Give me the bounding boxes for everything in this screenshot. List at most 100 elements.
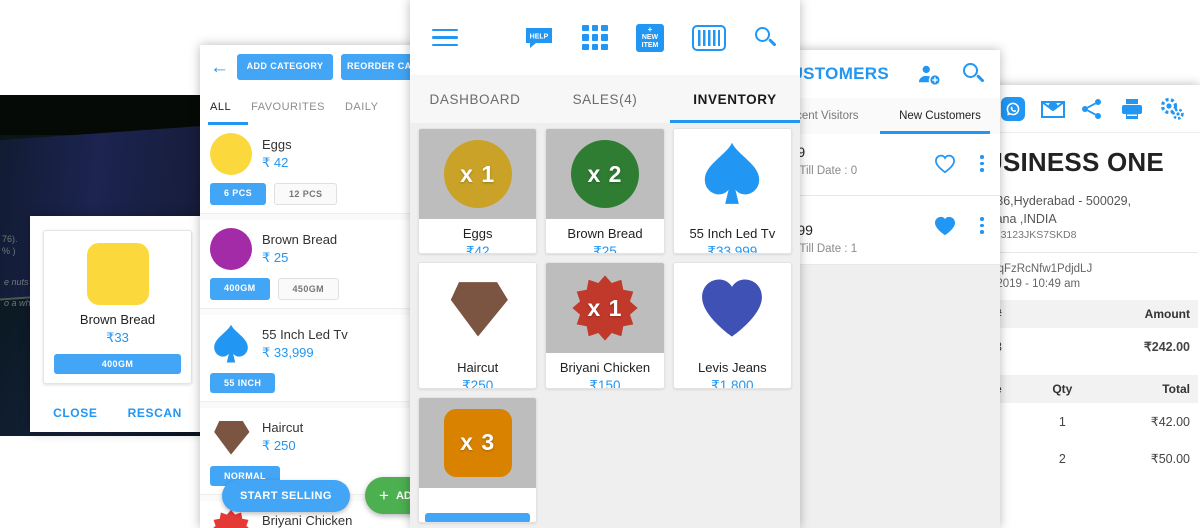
inventory-card-grid[interactable]: x 1 Eggs ₹42 6 PCS x 2 Brown Bread ₹25 4… (410, 123, 800, 528)
inventory-card[interactable]: x 1 Eggs ₹42 6 PCS (418, 128, 538, 255)
product-name: Haircut (457, 360, 499, 376)
hamburger-icon[interactable] (432, 24, 458, 52)
product-shape-icon (210, 133, 252, 175)
product-name: Brown Bread (262, 232, 338, 247)
items-header-qty: Qty (1029, 375, 1096, 404)
favourite-heart-icon[interactable] (934, 154, 956, 174)
items-header-total: Total (1095, 375, 1198, 404)
scan-dialog-actions: CLOSE RESCAN (30, 406, 205, 420)
close-button[interactable]: CLOSE (53, 406, 97, 420)
photo-bottom-strip (0, 436, 200, 528)
email-icon[interactable] (1040, 96, 1066, 122)
more-options-icon[interactable] (980, 152, 984, 175)
list-item[interactable]: Brown Bread ₹ 25 400GM 450GM (200, 220, 425, 309)
card-image: x 1 (419, 129, 537, 219)
card-meta: Briyani Chicken ₹150 (546, 353, 663, 389)
product-name: Eggs (462, 226, 493, 241)
product-shape-icon (698, 140, 766, 208)
print-icon[interactable] (1119, 96, 1145, 122)
variant-row: 6 PCS 12 PCS (200, 183, 425, 213)
help-icon[interactable]: HELP (524, 26, 554, 50)
plus-icon: + (379, 486, 389, 505)
invoice-panel: BUSINESS ONE d no. 36,Hyderabad - 500029… (965, 85, 1200, 528)
customer-orders: ders Till Date : 1 (774, 243, 858, 255)
product-price: ₹ 33,999 (262, 345, 314, 360)
list-item[interactable]: Eggs ₹ 42 6 PCS 12 PCS (200, 125, 425, 214)
product-price: ₹ 25 (262, 250, 289, 265)
product-price: ₹1,800 (711, 378, 754, 389)
product-name: Brown Bread (567, 226, 643, 241)
card-image (673, 263, 791, 354)
variant-chip[interactable]: 400GM (210, 278, 270, 300)
product-shape-icon (444, 274, 512, 342)
rescan-button[interactable]: RESCAN (128, 406, 182, 420)
scanned-product-variant-badge[interactable]: 400GM (54, 354, 181, 374)
tab-all[interactable]: ALL (210, 101, 231, 113)
quantity-overlay: x 1 (460, 160, 496, 187)
variant-row: 400GM 450GM (200, 278, 425, 308)
item-total: ₹50.00 (1150, 452, 1190, 467)
product-price: ₹42 (465, 244, 490, 255)
start-selling-button[interactable]: START SELLING (222, 480, 350, 512)
share-icon[interactable] (1079, 96, 1105, 122)
product-price: ₹ 42 (262, 155, 289, 170)
inventory-card[interactable]: x 1 Briyani Chicken ₹150 REGULAR (545, 262, 665, 389)
add-person-icon[interactable] (918, 63, 940, 85)
variant-chip[interactable]: 6 PCS (210, 183, 267, 205)
summary-header-amount: Amount (1043, 300, 1198, 329)
card-badge-wrap (425, 512, 531, 522)
variant-chip[interactable]: 450GM (277, 278, 340, 300)
scanned-product-name: Brown Bread (79, 312, 156, 327)
list-item[interactable]: 55 Inch Led Tv ₹ 33,999 55 INCH (200, 315, 425, 402)
product-list-items[interactable]: Eggs ₹ 42 6 PCS 12 PCS Brown Bread ₹ 25 4… (200, 125, 425, 528)
tab-inventory[interactable]: INVENTORY (670, 92, 800, 107)
tab-daily[interactable]: DAILY (345, 101, 378, 113)
item-qty: 2 (1058, 451, 1066, 466)
tab-sales[interactable]: SALES(4) (540, 92, 670, 107)
search-icon[interactable] (754, 26, 778, 50)
quantity-overlay: x 1 (587, 294, 623, 321)
scanned-product-card[interactable]: Brown Bread ₹33 400GM (43, 230, 192, 384)
whatsapp-icon[interactable] (1000, 96, 1026, 122)
card-image: x 2 (546, 129, 664, 219)
variant-chip[interactable]: 12 PCS (274, 183, 338, 205)
tab-dashboard[interactable]: DASHBOARD (410, 92, 540, 107)
card-meta: Brown Bread ₹25 (546, 219, 663, 255)
inventory-card[interactable]: Haircut ₹250 NORMAL (418, 262, 538, 389)
tab-new-customers[interactable]: New Customers (880, 110, 1000, 122)
back-arrow-icon[interactable]: ← (210, 58, 229, 77)
product-shape-icon: x 1 (443, 140, 512, 208)
barcode-icon[interactable] (692, 24, 726, 51)
svg-text:HELP: HELP (530, 33, 549, 40)
more-options-icon[interactable] (980, 214, 984, 237)
new-item-icon[interactable]: + NEW ITEM (636, 23, 664, 52)
invoice-toolbar (985, 85, 1200, 133)
apps-grid-icon[interactable] (582, 24, 608, 51)
table-header-row: e Qty Total (987, 375, 1198, 404)
inventory-card[interactable]: 55 Inch Led Tv ₹33,999 55 INCH (672, 128, 792, 255)
inventory-header: HELP + NEW ITEM (410, 0, 800, 75)
product-price: ₹25 (593, 244, 617, 255)
search-icon[interactable] (962, 62, 986, 86)
product-price: ₹150 (589, 378, 621, 389)
list-panel-toolbar: ← ADD CATEGORY REORDER CATEGORY (200, 45, 425, 89)
variant-chip[interactable]: 55 INCH (210, 373, 276, 393)
add-category-button[interactable]: ADD CATEGORY (237, 54, 333, 80)
favourite-heart-icon[interactable] (934, 216, 956, 236)
variant-badge[interactable] (425, 512, 531, 522)
product-name: Levis Jeans (698, 360, 767, 376)
photo-text-2: % ) (2, 246, 16, 256)
product-name: 55 Inch Led Tv (689, 226, 776, 241)
product-name: 55 Inch Led Tv (262, 327, 348, 342)
inventory-card[interactable]: Levis Jeans ₹1,800 34 W 32 H (672, 262, 792, 389)
tab-favourites[interactable]: FAVOURITES (251, 101, 325, 113)
summary-amount: ₹242.00 (1143, 340, 1190, 355)
invoice-summary-table: # Amount 3 ₹242.00 (987, 300, 1198, 365)
list-panel-tabs: ALL FAVOURITES DAILY (200, 89, 425, 125)
inventory-card[interactable]: x 3 (418, 396, 538, 523)
inventory-card[interactable]: x 2 Brown Bread ₹25 400GM (545, 128, 665, 255)
card-meta: Levis Jeans ₹1,800 (674, 353, 791, 389)
product-thumbnail (86, 243, 149, 305)
scanned-product-price: ₹33 (106, 330, 129, 345)
settings-gears-icon[interactable] (1159, 96, 1185, 122)
